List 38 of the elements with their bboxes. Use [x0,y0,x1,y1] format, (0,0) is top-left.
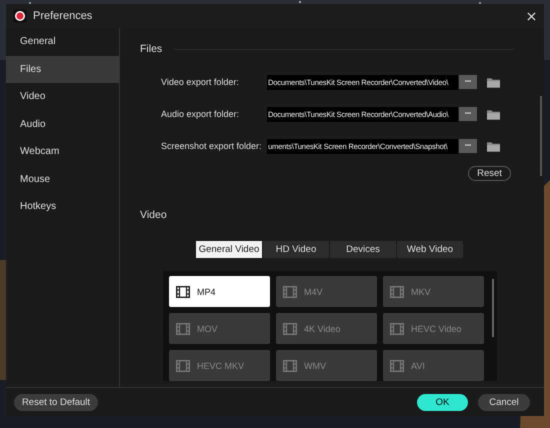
cancel-button[interactable]: Cancel [478,394,530,410]
folder-icon[interactable] [487,76,500,88]
film-icon [283,286,297,298]
sidebar-item[interactable]: Files [6,56,119,83]
film-icon [390,322,404,334]
film-icon [176,322,190,334]
reset-to-default-button[interactable]: Reset to Default [14,394,98,410]
tab[interactable]: General Video [196,241,262,258]
sidebar-item[interactable]: Audio [6,110,119,138]
section-heading: Video [140,209,167,221]
folder-icon[interactable] [487,108,500,120]
field-label: Screenshot export folder: [161,141,263,151]
tab[interactable]: Web Video [397,241,463,258]
app-logo-icon [13,9,27,23]
sidebar-item[interactable]: Mouse [6,166,119,193]
close-icon[interactable] [527,12,536,20]
film-icon [390,286,404,298]
folder-icon[interactable] [487,140,500,152]
film-icon [283,322,297,334]
sidebar-item[interactable]: General [6,28,119,56]
format-option[interactable]: MP4 [169,276,270,307]
sidebar-item[interactable]: Video [6,83,119,110]
ok-button[interactable]: OK [417,394,468,410]
film-icon [390,360,404,372]
film-icon [283,360,297,372]
window-title: Preferences [33,10,92,22]
section-heading: Files [140,43,162,55]
reset-button[interactable]: Reset [468,166,511,181]
sidebar-item[interactable]: Hotkeys [6,193,119,220]
field-label: Video export folder: [161,77,240,87]
scrollbar[interactable] [540,96,542,176]
sidebar-item[interactable]: Webcam [6,138,119,166]
tab[interactable]: Devices [330,241,396,258]
film-icon [176,286,190,298]
scrollbar[interactable] [492,279,494,337]
film-icon [176,360,190,372]
tab[interactable]: HD Video [263,241,329,258]
field-label: Audio export folder: [161,109,240,119]
